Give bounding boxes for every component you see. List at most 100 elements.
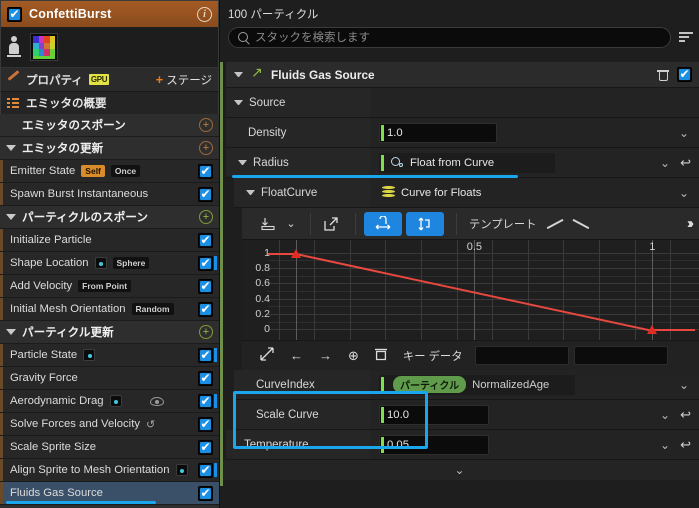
radius-type-dropdown[interactable]: Float from Curve	[379, 152, 555, 173]
search-input[interactable]: スタックを検索します	[228, 26, 671, 48]
stack-module-5[interactable]: Initialize Particle	[0, 229, 219, 252]
emitter-thumbnail-icon[interactable]	[30, 33, 58, 61]
stack-group-9[interactable]: パーティクル更新 +	[0, 321, 219, 344]
scale-curve-input[interactable]: 10.0	[379, 404, 489, 425]
info-icon[interactable]: i	[197, 6, 212, 22]
import-curve-icon[interactable]	[256, 212, 280, 236]
row-floatcurve[interactable]: FloatCurve Curve for Floats ⌄	[234, 178, 699, 208]
module-enabled-checkbox[interactable]	[198, 255, 213, 272]
module-enabled-checkbox[interactable]	[198, 232, 213, 249]
template-label[interactable]: テンプレート	[469, 216, 536, 232]
density-input[interactable]: 1.0	[379, 122, 497, 143]
module-enabled-checkbox[interactable]	[198, 278, 213, 295]
curveindex-attribute: NormalizedAge	[472, 378, 550, 391]
density-dropdown-icon[interactable]: ⌄	[679, 127, 689, 139]
module-enabled-checkbox[interactable]	[198, 186, 213, 203]
temperature-reset-icon[interactable]: ↩	[680, 438, 691, 451]
curve-editor[interactable]: ⌄ テンプレート ›› 0 0.2 0.4 0.6 0.8 0.5 1 ← → …	[242, 208, 699, 370]
module-enabled-checkbox[interactable]	[198, 370, 213, 387]
row-source[interactable]: Source	[226, 88, 699, 118]
stack-module-14[interactable]: Scale Sprite Size	[0, 436, 219, 459]
properties-label[interactable]: プロパティ	[26, 72, 83, 88]
reset-icon[interactable]: ↺	[146, 418, 155, 431]
source-expand-icon[interactable]	[234, 100, 243, 105]
stack-module-7[interactable]: Add Velocity From Point	[0, 275, 219, 298]
radius-dropdown-icon[interactable]: ⌄	[660, 157, 670, 169]
add-module-button[interactable]: +	[199, 210, 213, 224]
curve-key-point[interactable]	[291, 248, 302, 258]
stack-group-0[interactable]: エミッタのスポーン +	[0, 114, 219, 137]
stack-module-15[interactable]: Align Sprite to Mesh Orientation	[0, 459, 219, 482]
module-enabled-checkbox[interactable]	[198, 347, 213, 364]
radius-reset-icon[interactable]: ↩	[680, 156, 691, 169]
key-time-input[interactable]	[474, 346, 569, 365]
curveindex-dropdown[interactable]: パーティクル NormalizedAge	[379, 374, 575, 395]
stack-module-6[interactable]: Shape Location Sphere	[0, 252, 219, 275]
emitter-enabled-checkbox[interactable]	[7, 6, 22, 23]
curveindex-dropdown-icon[interactable]: ⌄	[679, 379, 689, 391]
stack-module-13[interactable]: Solve Forces and Velocity ↺	[0, 413, 219, 436]
module-enabled-checkbox[interactable]	[198, 163, 213, 180]
filter-icon[interactable]	[679, 31, 693, 43]
trash-icon[interactable]	[657, 68, 669, 81]
add-module-button[interactable]: +	[199, 141, 213, 155]
module-enabled-checkbox[interactable]	[198, 462, 213, 479]
key-value-input[interactable]	[573, 346, 668, 365]
curve-plot-area[interactable]: 00.20.40.60.810.51	[242, 240, 699, 340]
arrow-right-icon[interactable]: →	[319, 348, 332, 363]
row-radius[interactable]: Radius Float from Curve ⌄ ↩	[226, 148, 699, 178]
temperature-input[interactable]: 0.05	[379, 434, 489, 455]
linear-out-icon[interactable]	[570, 217, 592, 231]
group-expand-icon[interactable]	[6, 329, 16, 335]
expand-triangle-icon[interactable]	[234, 72, 243, 77]
module-enabled-checkbox[interactable]	[198, 485, 213, 502]
curve-key-point[interactable]	[647, 325, 658, 335]
add-module-button[interactable]: +	[199, 118, 213, 132]
group-expand-icon[interactable]	[6, 214, 16, 220]
module-enabled-checkbox[interactable]	[198, 439, 213, 456]
row-curveindex[interactable]: CurveIndex パーティクル NormalizedAge ⌄	[234, 370, 699, 400]
expand-icon[interactable]	[260, 347, 274, 364]
double-chevron-right-icon[interactable]: ››	[687, 215, 694, 232]
arrow-left-icon[interactable]: ←	[290, 348, 303, 363]
frame-horizontal-icon[interactable]	[364, 211, 402, 236]
temperature-dropdown-icon[interactable]: ⌄	[660, 439, 670, 451]
module-enabled-checkbox[interactable]	[198, 416, 213, 433]
stack-module-16[interactable]: Fluids Gas Source	[0, 482, 219, 505]
pop-out-icon[interactable]	[319, 212, 343, 236]
module-enabled-checkbox[interactable]	[198, 301, 213, 318]
scale-curve-reset-icon[interactable]: ↩	[680, 408, 691, 421]
module-header-fluids-gas-source[interactable]: Fluids Gas Source	[226, 62, 699, 88]
stack-module-12[interactable]: Aerodynamic Drag	[0, 390, 219, 413]
module-enabled-checkbox[interactable]	[198, 393, 213, 410]
stack-group-1[interactable]: エミッタの更新 +	[0, 137, 219, 160]
radius-field-indicator	[381, 154, 384, 171]
emitter-summary-row[interactable]: エミッタの概要	[0, 91, 219, 114]
stack-group-4[interactable]: パーティクルのスポーン +	[0, 206, 219, 229]
group-expand-icon[interactable]	[6, 145, 16, 151]
add-stage-button[interactable]: + ステージ	[156, 72, 212, 88]
scale-curve-dropdown-icon[interactable]: ⌄	[660, 409, 670, 421]
linear-in-icon[interactable]	[544, 217, 566, 231]
add-module-button[interactable]: +	[199, 325, 213, 339]
radius-expand-icon[interactable]	[238, 160, 247, 165]
module-enabled-checkbox[interactable]	[677, 66, 692, 83]
fit-vertical-icon[interactable]	[406, 211, 444, 236]
floatcurve-dropdown-icon[interactable]: ⌄	[679, 187, 689, 199]
visibility-eye-icon[interactable]	[150, 396, 165, 406]
row-density[interactable]: Density 1.0 ⌄	[226, 118, 699, 148]
stack-module-3[interactable]: Spawn Burst Instantaneous	[0, 183, 219, 206]
stack-module-8[interactable]: Initial Mesh Orientation Random	[0, 298, 219, 321]
collapse-module-button[interactable]: ⌄	[220, 460, 699, 480]
add-key-icon[interactable]: ⊕	[348, 348, 359, 364]
module-stack-list[interactable]: エミッタのスポーン + エミッタの更新 + Emitter State Self Once S…	[0, 114, 219, 508]
stack-module-11[interactable]: Gravity Force	[0, 367, 219, 390]
floatcurve-expand-icon[interactable]	[246, 190, 255, 195]
emitter-header[interactable]: ConfettiBurst i	[0, 0, 219, 27]
stack-module-10[interactable]: Particle State	[0, 344, 219, 367]
chevron-down-icon[interactable]: ⌄	[284, 212, 298, 236]
stack-module-2[interactable]: Emitter State Self Once	[0, 160, 219, 183]
row-temperature[interactable]: Temperature 0.05 ⌄ ↩	[226, 430, 699, 460]
delete-key-icon[interactable]	[374, 347, 387, 364]
row-scale-curve[interactable]: Scale Curve 10.0 ⌄ ↩	[234, 400, 699, 430]
